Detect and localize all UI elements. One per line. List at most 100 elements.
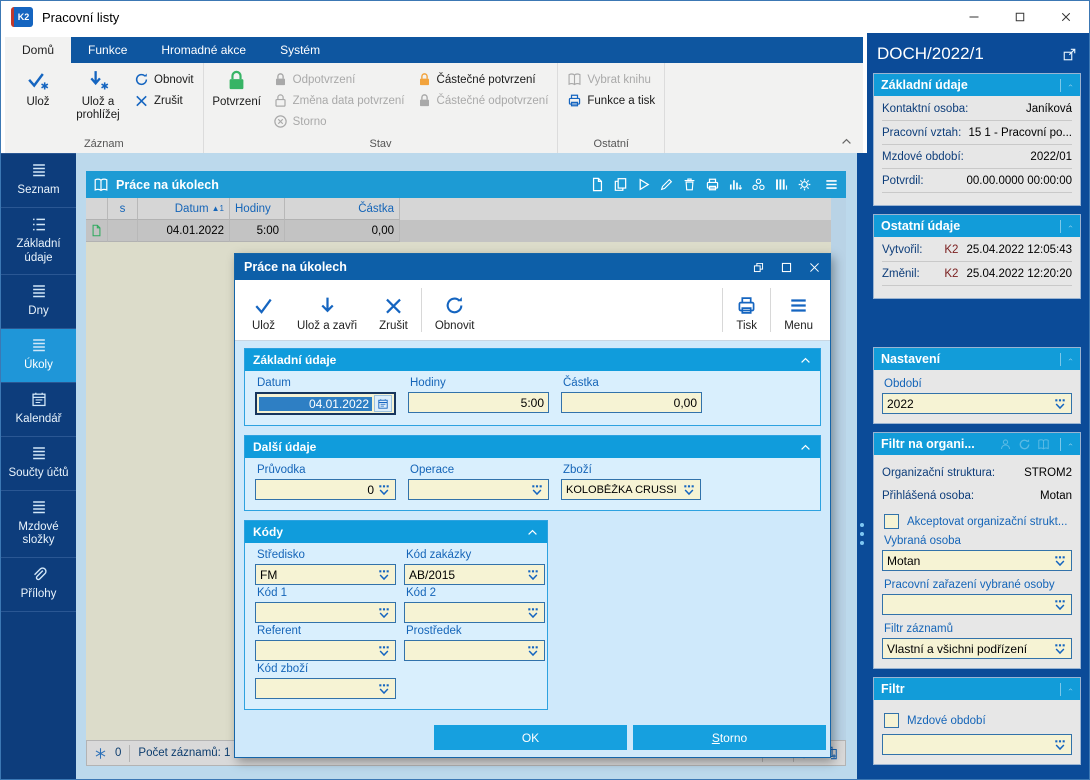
collapse-panel-icon[interactable] [1060,437,1073,451]
collapse-ribbon-icon[interactable] [840,135,853,148]
kod1-select[interactable] [255,602,396,623]
save-button[interactable]: Ulož [8,64,68,111]
confirm-button[interactable]: Potvrzení [207,64,267,111]
chart-icon[interactable] [728,177,743,192]
stredisko-select[interactable]: FM [255,564,396,585]
sidebar-item-kalendar[interactable]: Kalendář [1,383,76,437]
accept-org-structure-checkbox[interactable] [884,514,899,529]
dialog-cancel-button[interactable]: Zrušit [368,283,419,337]
restore-icon[interactable] [752,261,765,274]
dialog-print-button[interactable]: Tisk [725,283,768,337]
unconfirm-button[interactable]: Odpotvrzení [267,69,411,90]
col-s[interactable]: s [108,198,138,220]
table-row[interactable]: 04.01.2022 5:00 0,00 [86,220,831,242]
dropdown-icon[interactable] [377,606,391,620]
vybrana-osoba-select[interactable]: Motan [882,550,1072,571]
dialog-refresh-button[interactable]: Obnovit [424,283,486,337]
sidebar-item-mzdove-slozky[interactable]: Mzdové složky [1,491,76,559]
collapse-panel-icon[interactable] [1060,219,1073,233]
dropdown-icon[interactable] [1053,598,1067,612]
workflow-icon[interactable] [751,177,766,192]
cancel-button[interactable]: Zrušit [128,90,200,111]
close-button[interactable] [1043,1,1089,33]
dialog-menu-button[interactable]: Menu [773,283,824,337]
obdobi-select[interactable]: 2022 [882,393,1072,414]
delete-icon[interactable] [682,177,697,192]
col-state[interactable] [86,198,108,220]
dropdown-icon[interactable] [1053,554,1067,568]
dropdown-icon[interactable] [1053,397,1067,411]
run-icon[interactable] [636,177,651,192]
prostredek-select[interactable] [404,640,545,661]
save-and-view-button[interactable]: Ulož a prohlížej [68,64,128,124]
kod-zakazky-select[interactable]: AB/2015 [404,564,545,585]
tab-hromadne-akce[interactable]: Hromadné akce [144,37,263,63]
collapse-section-icon[interactable] [799,354,812,367]
dropdown-icon[interactable] [377,483,391,497]
close-icon[interactable] [808,261,821,274]
col-hodiny[interactable]: Hodiny [230,198,285,220]
collapse-section-icon[interactable] [526,526,539,539]
dialog-save-button[interactable]: Ulož [241,283,286,337]
mzdove-obdobi-checkbox[interactable] [884,713,899,728]
dropdown-icon[interactable] [682,483,696,497]
calendar-picker-button[interactable] [374,395,392,412]
dropdown-icon[interactable] [377,568,391,582]
partial-unconfirm-button[interactable]: Částečné odpotvrzení [411,90,555,111]
dropdown-icon[interactable] [1053,738,1067,752]
background-tasks-icon[interactable] [94,747,107,760]
dialog-save-close-button[interactable]: Ulož a zavři [286,283,368,337]
sidebar-item-dny[interactable]: Dny [1,275,76,330]
kod-zbozi-select[interactable] [255,678,396,699]
minimize-button[interactable] [951,1,997,33]
dropdown-icon[interactable] [377,644,391,658]
sidebar-item-prilohy[interactable]: Přílohy [1,558,76,612]
edit-icon[interactable] [659,177,674,192]
sidebar-item-seznam[interactable]: Seznam [1,153,76,208]
storno-button[interactable]: Storno [633,725,826,750]
print-icon[interactable] [705,177,720,192]
dropdown-icon[interactable] [377,682,391,696]
change-confirm-date-button[interactable]: Změna data potvrzení [267,90,411,111]
panel-splitter[interactable] [857,153,867,779]
copy-record-icon[interactable] [613,177,628,192]
browse-menu-icon[interactable] [824,177,839,192]
sidebar-item-zakladni-udaje[interactable]: Základní údaje [1,208,76,276]
collapse-section-icon[interactable] [799,441,812,454]
sidebar-item-soucty-uctu[interactable]: Součty účtů [1,437,76,491]
kod2-select[interactable] [404,602,545,623]
open-in-window-icon[interactable] [1062,47,1077,62]
vertical-scrollbar[interactable] [831,198,846,740]
storno-button[interactable]: Storno [267,111,411,132]
tab-funkce[interactable]: Funkce [71,37,144,63]
sidebar-item-ukoly[interactable]: Úkoly [1,329,76,383]
hodiny-input[interactable]: 5:00 [408,392,549,413]
col-castka[interactable]: Částka [285,198,400,220]
collapse-panel-icon[interactable] [1060,352,1073,366]
referent-select[interactable] [255,640,396,661]
ok-button[interactable]: OK [434,725,627,750]
pruvodka-select[interactable]: 0 [255,479,396,500]
dropdown-icon[interactable] [526,606,540,620]
datum-input[interactable]: 04.01.2022 [255,392,396,415]
collapse-panel-icon[interactable] [1060,78,1073,92]
dropdown-icon[interactable] [526,644,540,658]
collapse-panel-icon[interactable] [1060,682,1073,696]
col-datum[interactable]: Datum ▲ 1 [138,198,230,220]
zbozi-select[interactable]: KOLOBĚŽKA CRUSSI [561,479,701,500]
new-record-icon[interactable] [590,177,605,192]
columns-icon[interactable] [774,177,789,192]
maximize-button[interactable] [997,1,1043,33]
tab-system[interactable]: Systém [263,37,337,63]
dropdown-icon[interactable] [530,483,544,497]
dropdown-icon[interactable] [526,568,540,582]
select-book-button[interactable]: Vybrat knihu [561,69,661,90]
settings-icon[interactable] [797,177,812,192]
partial-confirm-button[interactable]: Částečné potvrzení [411,69,555,90]
operace-select[interactable] [408,479,549,500]
tab-domu[interactable]: Domů [5,37,72,63]
zarazeni-select[interactable] [882,594,1072,615]
functions-print-button[interactable]: Funkce a tisk [561,90,661,111]
castka-input[interactable]: 0,00 [561,392,702,413]
mzdove-obdobi-select[interactable] [882,734,1072,755]
